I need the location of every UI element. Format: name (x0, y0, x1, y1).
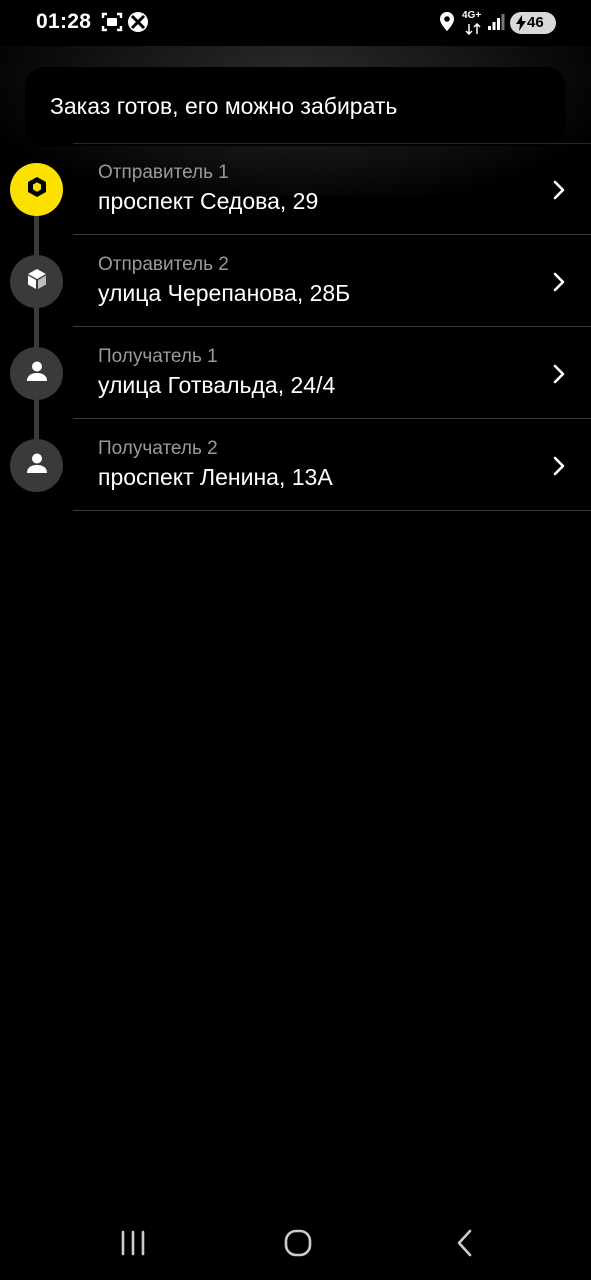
chevron-right-icon (552, 363, 566, 390)
back-icon[interactable] (450, 1228, 480, 1263)
chevron-right-icon (552, 455, 566, 482)
chevron-right-icon (552, 271, 566, 298)
route-marker-active (10, 163, 63, 216)
screenshot-icon (101, 11, 123, 38)
order-status-text: Заказ готов, его можно забирать (50, 93, 398, 119)
location-icon (439, 11, 455, 38)
route-point-address: проспект Ленина, 13А (98, 464, 333, 490)
route-list: Отправитель 1 проспект Седова, 29 Отправ… (0, 143, 591, 511)
route-point-sender-2[interactable]: Отправитель 2 улица Черепанова, 28Б (0, 235, 591, 327)
order-status-banner: Заказ готов, его можно забирать (25, 67, 566, 146)
data-arrows-icon (464, 22, 482, 40)
divider (73, 510, 591, 511)
person-icon (25, 451, 49, 480)
signal-icon (487, 13, 505, 36)
route-marker (10, 255, 63, 308)
box-icon (25, 175, 49, 204)
system-nav-bar (0, 1210, 591, 1280)
route-point-address: улица Черепанова, 28Б (98, 280, 351, 306)
route-point-address: проспект Седова, 29 (98, 188, 319, 214)
status-bar: 01:28 4G+ 46 (0, 0, 591, 46)
home-icon[interactable] (283, 1228, 313, 1263)
route-point-role: Получатель 1 (98, 346, 218, 367)
status-time: 01:28 (36, 10, 92, 33)
network-type: 4G+ (462, 10, 482, 21)
route-point-sender-1[interactable]: Отправитель 1 проспект Седова, 29 (0, 143, 591, 235)
route-point-role: Получатель 2 (98, 438, 218, 459)
battery-level: 46 (527, 14, 544, 31)
route-point-role: Отправитель 2 (98, 254, 229, 275)
box-icon (25, 267, 49, 296)
xbox-icon (127, 11, 149, 38)
route-point-recipient-1[interactable]: Получатель 1 улица Готвальда, 24/4 (0, 327, 591, 419)
route-marker (10, 439, 63, 492)
route-point-recipient-2[interactable]: Получатель 2 проспект Ленина, 13А (0, 419, 591, 511)
battery-icon: 46 (510, 12, 556, 34)
route-marker (10, 347, 63, 400)
route-point-address: улица Готвальда, 24/4 (98, 372, 336, 398)
recent-apps-icon[interactable] (118, 1228, 148, 1263)
route-point-role: Отправитель 1 (98, 162, 229, 183)
person-icon (25, 359, 49, 388)
chevron-right-icon (552, 179, 566, 206)
